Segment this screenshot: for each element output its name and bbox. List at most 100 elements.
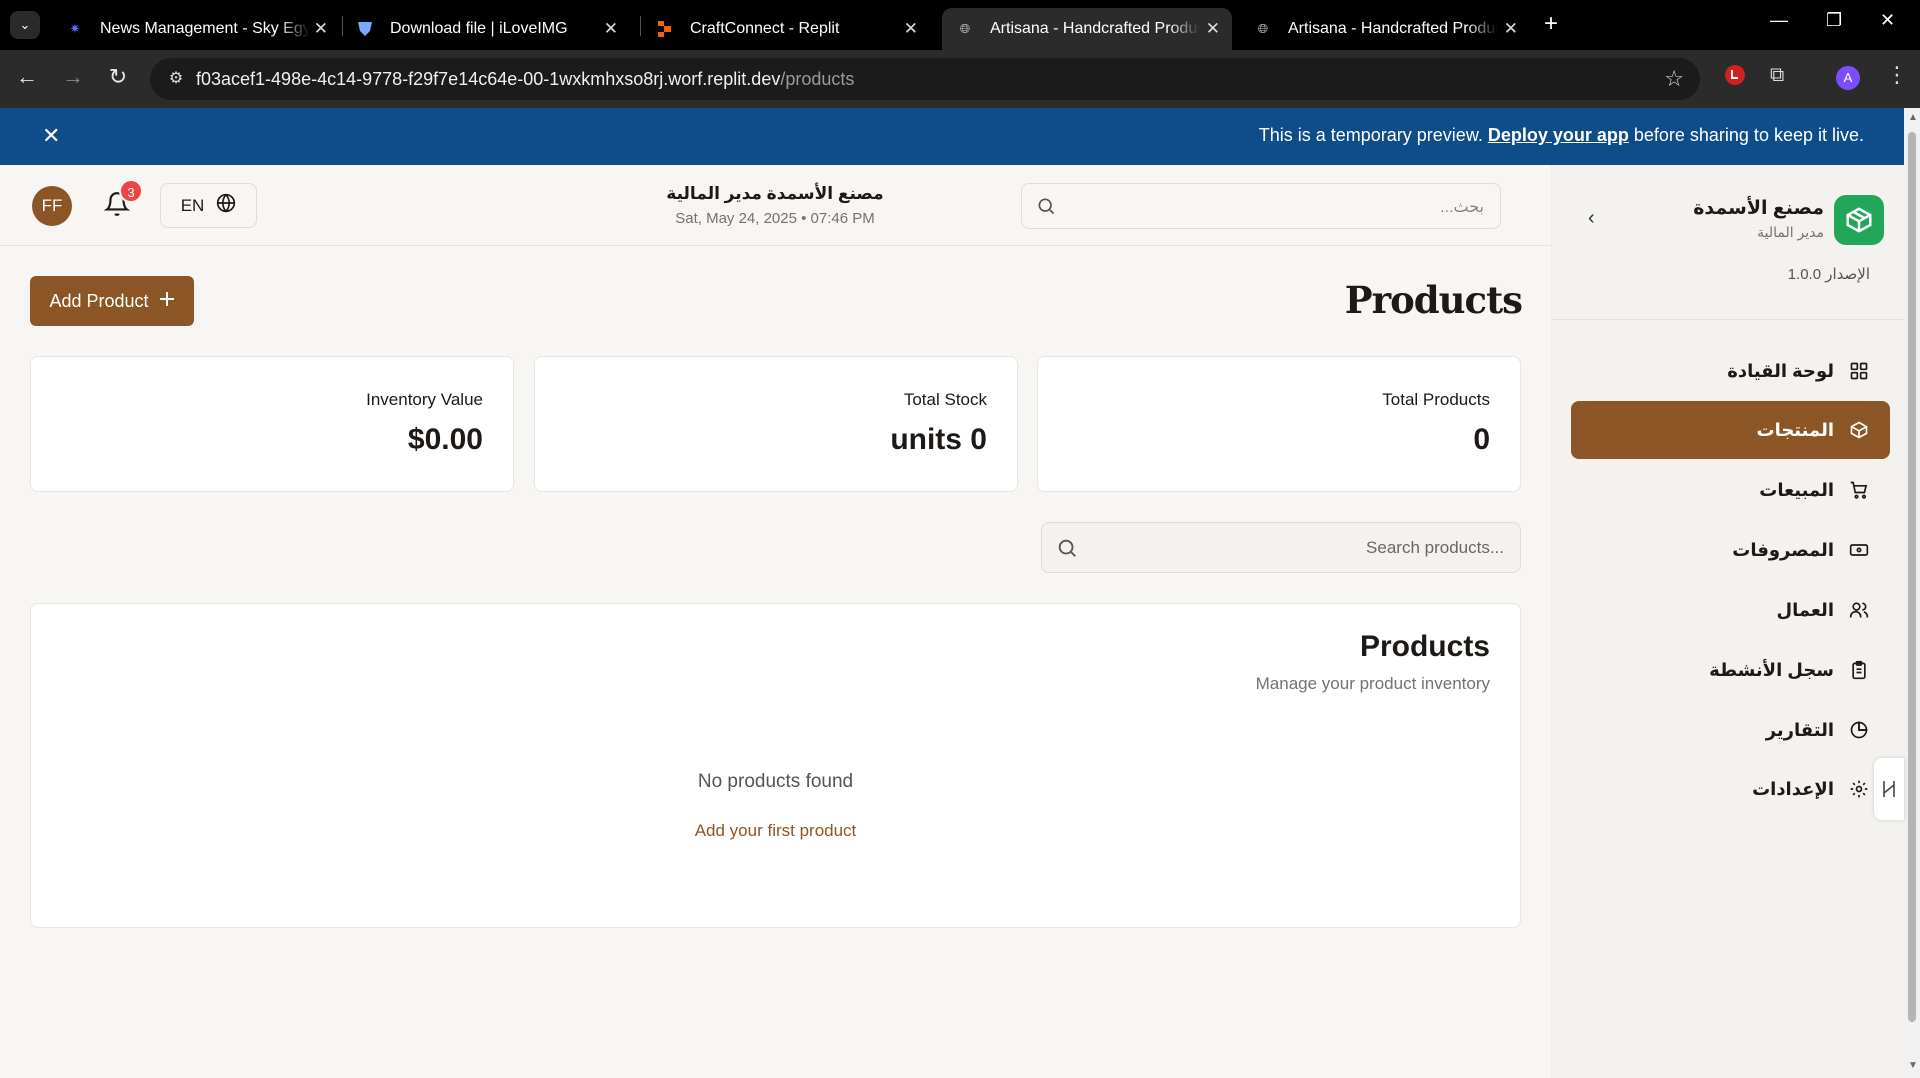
brand-logo <box>1834 195 1884 245</box>
close-tab-icon[interactable]: ✕ <box>1206 19 1220 39</box>
banknote-icon <box>1848 539 1870 561</box>
extension-icon[interactable] <box>1724 63 1746 93</box>
sidebar-item-label: لوحة القيادة <box>1727 360 1834 381</box>
sidebar-item-label: العمال <box>1776 599 1834 620</box>
app-header: FF 3 EN مصنع الأسمدة مدير المالية Sat, M… <box>0 165 1551 246</box>
scroll-down-icon[interactable]: ▼ <box>1908 1060 1918 1071</box>
sidebar-item-workers[interactable]: العمال <box>1571 581 1890 639</box>
product-search-input[interactable]: Search products... <box>1041 522 1521 573</box>
stat-card-inventory-value: Inventory Value $0.00 <box>30 356 514 492</box>
add-product-button[interactable]: Add Product <box>30 276 194 326</box>
stat-label: Total Products <box>1382 390 1490 409</box>
dashboard-grid-icon <box>1848 360 1870 382</box>
browser-tab-strip: ⌄ ✷ News Management - Sky Egypt ✕ Downlo… <box>0 0 1920 50</box>
package-icon <box>1848 419 1870 441</box>
tab-title: Artisana - Handcrafted Products <box>990 20 1200 37</box>
globe-favicon-icon: 🌐︎ <box>1257 21 1269 36</box>
scroll-thumb[interactable] <box>1908 132 1916 1022</box>
add-first-product-link[interactable]: Add your first product <box>31 821 1520 841</box>
close-tab-icon[interactable]: ✕ <box>904 19 918 39</box>
page-scrollbar[interactable]: ▲ ▼ <box>1904 108 1920 1078</box>
address-bar[interactable]: ⚙ f03acef1-498e-4c14-9778-f29f7e14c64e-0… <box>150 58 1700 100</box>
tab-title: News Management - Sky Egypt <box>100 20 310 37</box>
minimize-icon[interactable]: — <box>1770 10 1788 31</box>
app-version: الإصدار 1.0.0 <box>1787 266 1870 283</box>
close-window-icon[interactable]: ✕ <box>1880 10 1895 31</box>
sidebar-item-products[interactable]: المنتجات <box>1571 401 1890 459</box>
back-icon[interactable]: ← <box>12 64 42 90</box>
table-subtitle: Manage your product inventory <box>1255 674 1490 693</box>
user-avatar[interactable]: FF <box>32 186 72 226</box>
search-icon <box>1056 537 1078 564</box>
tab-title: CraftConnect - Replit <box>690 20 840 37</box>
banner-message: This is a temporary preview. Deploy your… <box>1258 125 1864 145</box>
language-toggle-button[interactable]: EN <box>160 183 257 228</box>
search-icon <box>1036 196 1056 221</box>
stat-value: $0.00 <box>407 423 483 456</box>
close-tab-icon[interactable]: ✕ <box>1504 19 1518 39</box>
restore-icon[interactable]: ❐ <box>1826 10 1842 31</box>
profile-avatar[interactable]: A <box>1836 66 1860 90</box>
sidebar: مصنع الأسمدة مدير المالية ‹ الإصدار 1.0.… <box>1551 165 1904 1078</box>
browser-menu-icon[interactable]: ⋮ <box>1886 62 1908 88</box>
search-placeholder: بحث... <box>1440 199 1484 216</box>
browser-tab[interactable]: CraftConnect - Replit ✕ <box>642 8 930 50</box>
add-product-label: Add Product <box>49 290 149 311</box>
reload-icon[interactable]: ↻ <box>103 64 133 90</box>
new-tab-icon[interactable]: + <box>1544 10 1558 38</box>
floating-side-handle-icon[interactable] <box>1874 758 1904 820</box>
divider <box>1552 319 1904 320</box>
scroll-up-icon[interactable]: ▲ <box>1908 112 1918 123</box>
sidebar-item-label: سجل الأنشطة <box>1709 659 1834 680</box>
cart-icon <box>1848 479 1870 501</box>
sidebar-item-activity-log[interactable]: سجل الأنشطة <box>1571 641 1890 699</box>
deploy-link[interactable]: Deploy your app <box>1488 125 1629 145</box>
tab-separator <box>640 16 641 36</box>
preview-banner: ✕ This is a temporary preview. Deploy yo… <box>0 108 1904 165</box>
sidebar-item-dashboard[interactable]: لوحة القيادة <box>1571 342 1890 400</box>
close-tab-icon[interactable]: ✕ <box>604 19 618 39</box>
search-placeholder: Search products... <box>1366 538 1504 557</box>
notification-badge: 3 <box>119 179 143 203</box>
brand-name: مصنع الأسمدة <box>1693 198 1824 219</box>
stat-card-total-stock: Total Stock units 0 <box>534 356 1018 492</box>
extensions-puzzle-icon[interactable]: ⧉ <box>1770 64 1784 87</box>
sidebar-item-expenses[interactable]: المصروفات <box>1571 521 1890 579</box>
table-title: Products <box>1359 630 1490 663</box>
browser-tab[interactable]: Download file | iLoveIMG ✕ <box>342 8 630 50</box>
site-settings-icon[interactable]: ⚙ <box>164 67 188 91</box>
sidebar-item-settings[interactable]: الإعدادات <box>1571 760 1890 818</box>
tab-title: Download file | iLoveIMG <box>390 20 568 37</box>
sidebar-item-reports[interactable]: التقارير <box>1571 701 1890 759</box>
sidebar-item-label: المنتجات <box>1756 419 1834 440</box>
collapse-sidebar-chevron-icon[interactable]: ‹ <box>1588 207 1595 230</box>
tab-title: Artisana - Handcrafted Products <box>1288 20 1498 37</box>
gear-icon <box>1848 778 1870 800</box>
language-label: EN <box>180 195 205 215</box>
url-text: f03acef1-498e-4c14-9778-f29f7e14c64e-00-… <box>196 69 855 89</box>
global-search-input[interactable]: بحث... <box>1021 183 1501 229</box>
globe-favicon-icon: 🌐︎ <box>959 21 971 36</box>
close-tab-icon[interactable]: ✕ <box>314 19 328 39</box>
close-banner-icon[interactable]: ✕ <box>42 123 60 149</box>
browser-tab[interactable]: ✷ News Management - Sky Egypt ✕ <box>52 8 340 50</box>
empty-state-message: No products found <box>697 771 854 792</box>
page-title: Products <box>1344 278 1523 322</box>
bookmark-star-icon[interactable]: ☆ <box>1664 66 1684 92</box>
browser-toolbar: ← → ↻ ⚙ f03acef1-498e-4c14-9778-f29f7e14… <box>0 50 1920 108</box>
sidebar-item-label: المصروفات <box>1732 539 1834 560</box>
products-table-card: Products Manage your product inventory N… <box>30 603 1521 928</box>
stat-value: units 0 <box>890 423 987 456</box>
forward-icon[interactable]: → <box>58 64 88 90</box>
tab-search-button[interactable]: ⌄ <box>10 11 40 39</box>
stat-label: Total Stock <box>903 390 987 409</box>
sidebar-item-sales[interactable]: المبيعات <box>1571 461 1890 519</box>
stat-value: 0 <box>1473 423 1490 456</box>
header-datetime: Sat, May 24, 2025 • 07:46 PM <box>675 210 875 227</box>
sidebar-item-label: الإعدادات <box>1752 778 1834 799</box>
browser-tab-active[interactable]: 🌐︎ Artisana - Handcrafted Products ✕ <box>942 8 1232 50</box>
browser-tab[interactable]: 🌐︎ Artisana - Handcrafted Products ✕ <box>1240 8 1530 50</box>
stat-card-total-products: Total Products 0 <box>1037 356 1521 492</box>
globe-icon <box>216 193 236 218</box>
stat-label: Inventory Value <box>366 390 483 409</box>
